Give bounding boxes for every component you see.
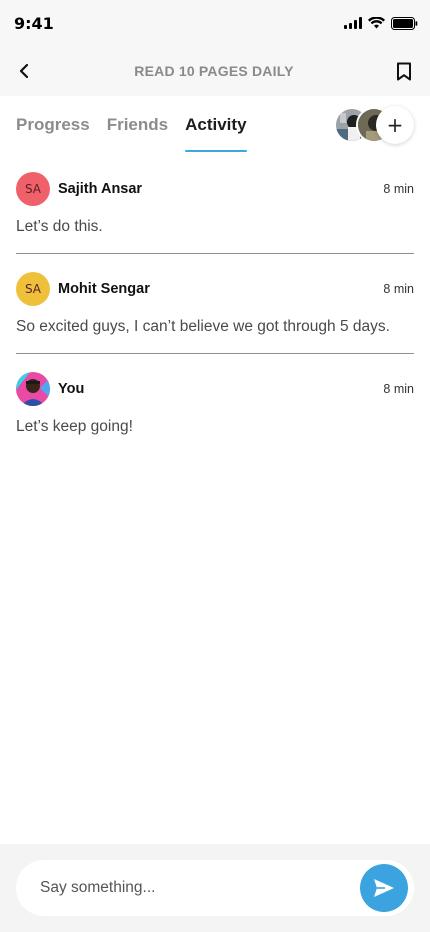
post-header: SA Sajith Ansar 8 min [16, 172, 414, 206]
post-time: 8 min [383, 282, 414, 296]
activity-post: You 8 min Let’s keep going! [16, 354, 414, 453]
chevron-left-icon [19, 63, 29, 79]
bookmark-icon [397, 62, 411, 80]
tab-bar: Progress Friends Activity + [0, 96, 430, 154]
nav-bar: READ 10 PAGES DAILY [0, 46, 430, 96]
post-header: SA Mohit Sengar 8 min [16, 272, 414, 306]
avatar[interactable] [16, 372, 50, 406]
post-author: You [58, 381, 85, 397]
plus-icon: + [386, 113, 404, 137]
post-message: Let’s do this. [16, 218, 103, 235]
status-icons [344, 16, 418, 30]
activity-feed: SA Sajith Ansar 8 min Let’s do this. SA … [0, 154, 430, 453]
post-header: You 8 min [16, 372, 414, 406]
send-button[interactable] [360, 864, 408, 912]
post-author: Sajith Ansar [58, 181, 143, 197]
activity-post: SA Sajith Ansar 8 min Let’s do this. [16, 154, 414, 254]
page-title: READ 10 PAGES DAILY [134, 63, 294, 79]
tab-friends[interactable]: Friends [107, 96, 168, 154]
post-message: Let’s keep going! [16, 418, 133, 435]
post-time: 8 min [383, 182, 414, 196]
status-time: 9:41 [14, 13, 54, 33]
wifi-icon [368, 17, 385, 29]
tab-activity[interactable]: Activity [185, 96, 247, 154]
status-bar: 9:41 [0, 0, 430, 46]
post-time: 8 min [383, 382, 414, 396]
cellular-signal-icon [344, 17, 362, 29]
bookmark-button[interactable] [392, 59, 416, 83]
send-icon [374, 879, 394, 897]
back-button[interactable] [12, 59, 36, 83]
avatar[interactable]: SA [16, 172, 50, 206]
composer [16, 860, 414, 916]
battery-icon [391, 16, 418, 30]
composer-bar [0, 844, 430, 932]
tab-progress[interactable]: Progress [16, 96, 90, 154]
post-author: Mohit Sengar [58, 281, 150, 297]
post-message: So excited guys, I can’t believe we got … [16, 318, 390, 335]
member-avatars[interactable]: + [334, 106, 414, 144]
avatar[interactable]: SA [16, 272, 50, 306]
add-member-button[interactable]: + [376, 106, 414, 144]
message-input[interactable] [40, 879, 360, 897]
activity-post: SA Mohit Sengar 8 min So excited guys, I… [16, 254, 414, 354]
